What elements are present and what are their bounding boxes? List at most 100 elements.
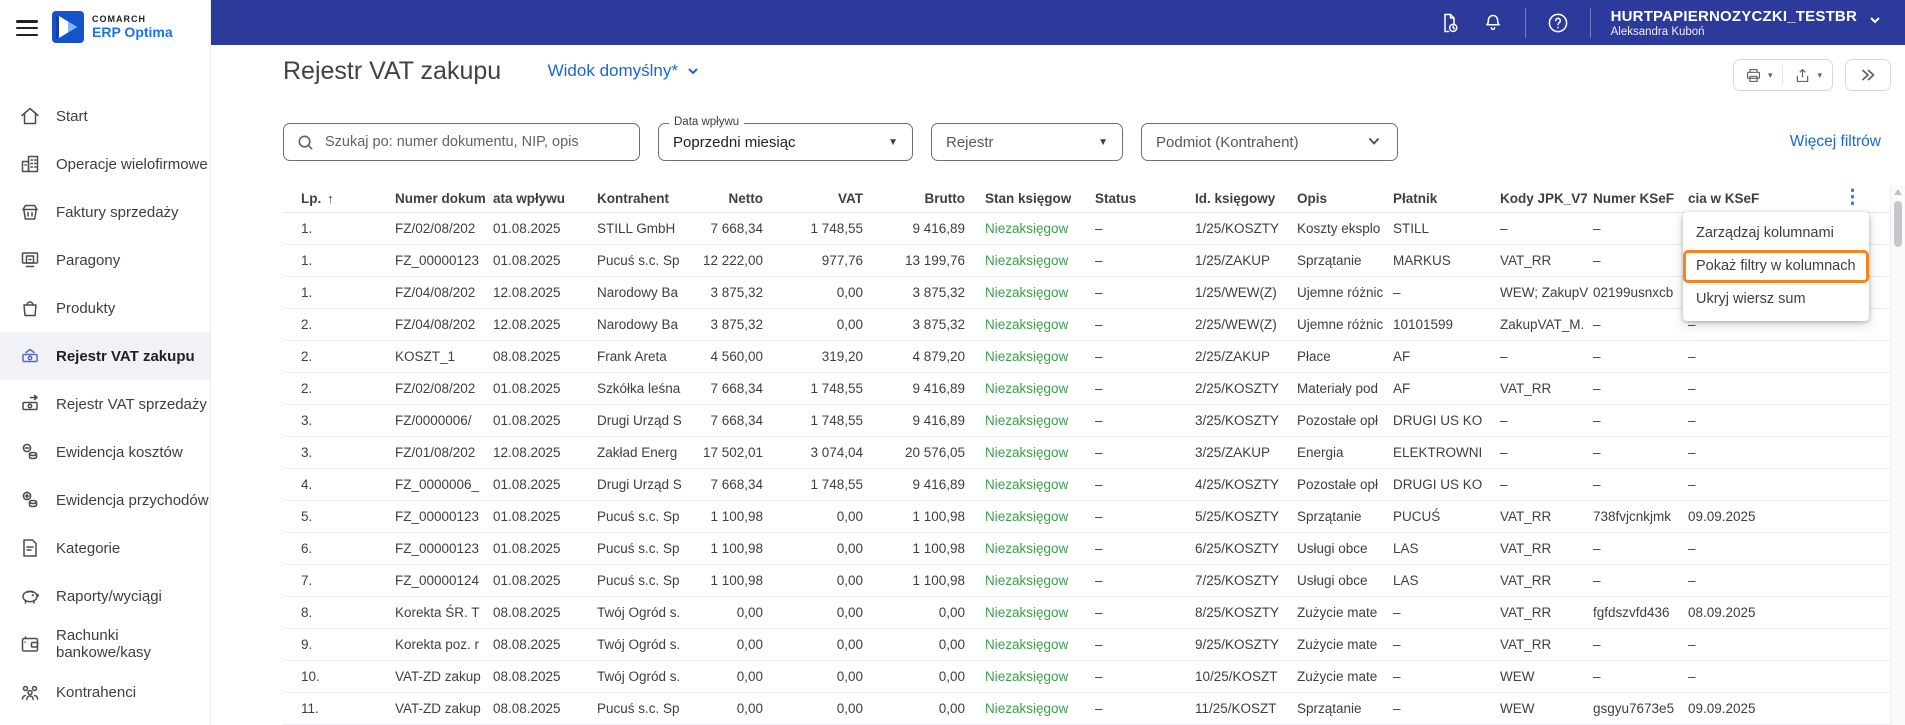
more-actions-button[interactable] [1845,59,1891,91]
column-header-label: Kody JPK_V7 [1500,190,1588,206]
sidebar-item-kontrahenci[interactable]: Kontrahenci [0,668,210,716]
sidebar-item-faktury-sprzedaży[interactable]: Faktury sprzedaży [0,188,210,236]
table-row[interactable]: 8. Korekta ŚR. T 08.08.2025 Twój Ogród s. 0,… [283,596,1890,629]
table-cell: – [1593,532,1688,565]
column-header[interactable]: Id. księgowy [1195,185,1297,213]
document-clock-icon[interactable] [1437,11,1461,35]
vertical-scrollbar[interactable] [1890,185,1905,725]
sidebar-item-ewidencja-kosztów[interactable]: Ewidencja kosztów [0,428,210,476]
column-header[interactable]: Lp. ↑ [283,185,395,213]
table-row[interactable]: 3. FZ/0000006/01.08.2025 Drugi Urząd S7 66… [283,404,1890,437]
table-row[interactable]: 4. FZ_0000006_ 01.08.2025 Drugi Urząd S7 66… [283,468,1890,501]
table-row[interactable]: 2. FZ/04/08/202 12.08.2025 Narodowy Ba 3 875… [283,308,1890,341]
table-cell: 3 875,32 [865,276,985,309]
table-cell: – [1393,628,1500,661]
buildings-icon [18,152,42,176]
table-cell: 1 100,98 [693,500,765,533]
table-row[interactable]: 9. Korekta poz. r 08.08.2025 Twój Ogród s. 0… [283,628,1890,661]
table-row[interactable]: 1. FZ/02/08/202 01.08.2025 STILL GmbH 7 668,… [283,212,1890,245]
sidebar-item-start[interactable]: Start [0,92,210,140]
table-cell: 08.09.2025 [1688,596,1890,629]
table-cell: 9 416,89 [865,212,985,245]
register-filter-dropdown[interactable]: Rejestr ▼ [931,123,1123,161]
sidebar-item-label: Raporty/wyciągi [56,587,162,605]
column-header[interactable]: Kontrahent [597,185,693,213]
table-row[interactable]: 2. FZ/02/08/202 01.08.2025 Szkółka leśna 7 6… [283,372,1890,405]
table-cell: 09.09.2025 [1688,500,1890,533]
column-header-label: VAT [838,190,863,206]
search-box[interactable] [283,123,640,161]
sidebar-item-kategorie[interactable]: Kategorie [0,524,210,572]
entity-filter-dropdown[interactable]: Podmiot (Kontrahent) [1141,123,1398,161]
column-options-kebab-icon[interactable]: ⋮ [1843,187,1862,209]
table-cell: FZ_0000006_ [395,468,493,501]
table-cell: Niezaksięgow [985,596,1095,629]
sidebar-item-ewidencja-przychodów[interactable]: Ewidencja przychodów [0,476,210,524]
sidebar-item-paragony[interactable]: Paragony [0,236,210,284]
column-header[interactable]: VAT [765,185,865,213]
table-cell: 6/25/KOSZTY [1195,532,1297,565]
table-cell: 1 100,98 [865,500,985,533]
sidebar-item-rejestr-vat-sprzedaży[interactable]: Rejestr VAT sprzedaży [0,380,210,428]
column-header[interactable]: Opis [1297,185,1393,213]
date-filter-dropdown[interactable]: Data wpływu Poprzedni miesiąc ▼ [658,116,913,161]
table-cell: – [1500,212,1593,245]
sidebar-item-rachunki-bankowe-kasy[interactable]: Rachunki bankowe/kasy [0,620,210,668]
table-cell: Niezaksięgow [985,212,1095,245]
export-button[interactable]: ▾ [1783,60,1832,90]
column-header[interactable]: Brutto [865,185,985,213]
table-row[interactable]: 11. VAT-ZD zakup 08.08.2025 Pucuś s.c. Sp 0,… [283,692,1890,725]
sidebar: COMARCH ERP Optima Start Operacje wielofi… [0,0,211,725]
search-icon [298,135,313,150]
table-cell: Sprzątanie [1297,244,1393,277]
table-row[interactable]: 1. FZ/04/08/202 12.08.2025 Narodowy Ba 3 875… [283,276,1890,309]
hamburger-menu-icon[interactable] [16,20,38,36]
column-header[interactable]: Kody JPK_V7 [1500,185,1593,213]
table-cell: 08.08.2025 [493,340,597,373]
table-cell: Zużycie mate [1297,628,1393,661]
notifications-bell-icon[interactable] [1481,11,1505,35]
table-cell: Pucuś s.c. Sp [597,692,693,725]
sidebar-nav: Start Operacje wielofirmowe Faktury sprzed… [0,92,210,716]
column-header[interactable]: Status [1095,185,1195,213]
view-selector[interactable]: Widok domyślny* [548,61,700,81]
scrollbar-thumb[interactable] [1894,201,1902,247]
column-header-label: Netto [728,190,764,206]
column-header[interactable]: ata wpływu [493,185,597,213]
table-cell: 7 668,34 [693,404,765,437]
column-header-label: Płatnik [1393,190,1438,206]
sidebar-item-raporty-wyciągi[interactable]: Raporty/wyciągi [0,572,210,620]
column-header[interactable]: Stan księgow [985,185,1095,213]
table-row[interactable]: 7. FZ_00000124 01.08.2025 Pucuś s.c. Sp 1 10… [283,564,1890,597]
table-row[interactable]: 6. FZ_00000123 01.08.2025 Pucuś s.c. Sp 1 10… [283,532,1890,565]
table-cell: 0,00 [865,596,985,629]
column-header[interactable]: Płatnik [1393,185,1500,213]
menu-item-zarządzaj-kolumnami[interactable]: Zarządzaj kolumnami [1683,217,1869,250]
table-cell: 12.08.2025 [493,276,597,309]
sidebar-item-rejestr-vat-zakupu[interactable]: Rejestr VAT zakupu [0,332,210,380]
sidebar-item-produkty[interactable]: Produkty [0,284,210,332]
table-cell: 08.08.2025 [493,628,597,661]
table-cell: 0,00 [765,532,865,565]
menu-item-ukryj-wiersz-sum[interactable]: Ukryj wiersz sum [1683,283,1869,316]
table-row[interactable]: 10. VAT-ZD zakup 08.08.2025 Twój Ogród s. 0,… [283,660,1890,693]
more-filters-link[interactable]: Więcej filtrów [1790,133,1881,151]
table-cell: Niezaksięgow [985,276,1095,309]
table-row[interactable]: 1. FZ_00000123 01.08.2025 Pucuś s.c. Sp 12 2… [283,244,1890,277]
search-input[interactable] [325,134,627,150]
table-row[interactable]: 2. KOSZT_1 08.08.2025 Frank Areta 4 560,00 31… [283,340,1890,373]
table-row[interactable]: 5. FZ_00000123 01.08.2025 Pucuś s.c. Sp 1 10… [283,500,1890,533]
menu-item-pokaż-filtry-w-kolumnach[interactable]: Pokaż filtry w kolumnach [1683,250,1869,283]
sidebar-item-operacje-wielofirmowe[interactable]: Operacje wielofirmowe [0,140,210,188]
print-button[interactable]: ▾ [1734,60,1783,90]
help-icon[interactable] [1546,11,1570,35]
column-header[interactable]: Numer KSeF [1593,185,1688,213]
table-cell: 0,00 [693,596,765,629]
account-menu[interactable]: HURTPAPIERNOZYCZKI_TESTBR Aleksandra Kub… [1611,8,1883,38]
scrollbar-up-arrow-icon[interactable] [1894,189,1902,195]
table-cell: 6. [283,532,395,565]
topbar-divider [1589,7,1591,38]
table-row[interactable]: 3. FZ/01/08/202 12.08.2025 Zakład Energ 17 5… [283,436,1890,469]
column-header[interactable]: Numer dokum [395,185,493,213]
column-header[interactable]: Netto [693,185,765,213]
